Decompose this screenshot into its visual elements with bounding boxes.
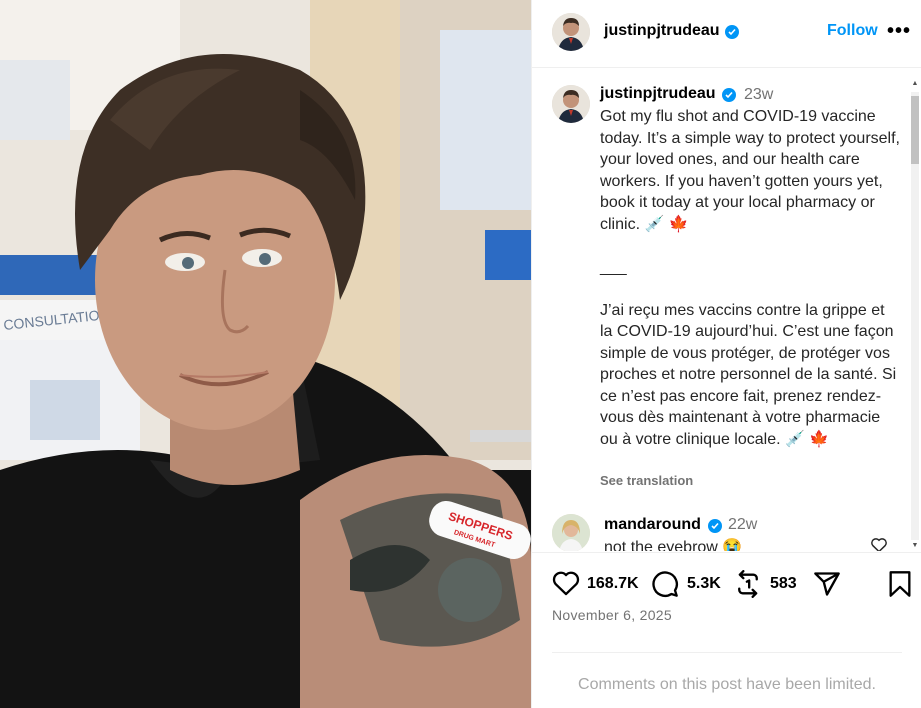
scroll-up-arrow-icon[interactable]: ▲ xyxy=(911,80,919,90)
comment-timestamp[interactable]: 22w xyxy=(728,516,757,534)
verified-icon xyxy=(708,519,722,533)
author-username[interactable]: justinpjtrudeau xyxy=(604,22,720,40)
comment-text: not the eyebrow 😭 xyxy=(604,539,743,551)
post-side-panel: justinpjtrudeau Follow ••• justinpjtrude… xyxy=(531,0,921,708)
post-actions: 168.7K 5.3K 583 xyxy=(532,552,921,612)
comment-count[interactable]: 5.3K xyxy=(687,575,721,593)
selfie-image: CONSULTATION SHOPPERS DRUG MART xyxy=(0,0,531,708)
repost-icon[interactable] xyxy=(734,570,762,603)
follow-button[interactable]: Follow xyxy=(827,22,878,40)
comments-limited-notice: Comments on this post have been limited. xyxy=(578,676,876,693)
comments-scroll-area[interactable]: justinpjtrudeau 23w Got my flu shot and … xyxy=(532,69,921,551)
commenter-username[interactable]: mandaround xyxy=(604,516,701,534)
verified-icon xyxy=(725,25,739,39)
see-translation-link[interactable]: See translation xyxy=(600,473,693,488)
caption-text: Got my flu shot and COVID-19 vaccine tod… xyxy=(600,108,900,448)
author-avatar[interactable] xyxy=(552,13,590,51)
post-date[interactable]: November 6, 2025 xyxy=(552,607,672,623)
scrollbar-thumb[interactable] xyxy=(911,96,919,164)
comment-like-heart-icon[interactable] xyxy=(870,537,888,551)
post-photo[interactable]: CONSULTATION SHOPPERS DRUG MART xyxy=(0,0,531,708)
caption-timestamp[interactable]: 23w xyxy=(744,86,773,104)
heart-icon[interactable] xyxy=(552,570,580,601)
divider xyxy=(552,652,902,653)
scroll-down-arrow-icon[interactable]: ▼ xyxy=(911,542,919,552)
repost-count[interactable]: 583 xyxy=(770,575,797,593)
verified-icon xyxy=(722,88,736,102)
scrollbar[interactable]: ▲ ▼ xyxy=(911,80,919,549)
caption-username[interactable]: justinpjtrudeau xyxy=(600,85,716,103)
like-count[interactable]: 168.7K xyxy=(587,575,639,593)
commenter-avatar[interactable] xyxy=(552,514,590,551)
share-icon[interactable] xyxy=(813,570,841,603)
post-header: justinpjtrudeau Follow ••• xyxy=(532,0,921,68)
save-icon[interactable] xyxy=(888,570,912,603)
more-icon[interactable]: ••• xyxy=(887,20,911,43)
comment-icon[interactable] xyxy=(651,570,679,603)
caption-author-avatar[interactable] xyxy=(552,85,590,123)
